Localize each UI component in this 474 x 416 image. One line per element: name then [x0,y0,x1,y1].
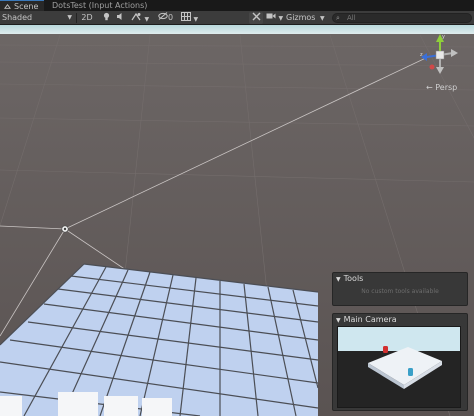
audio-toggle-button[interactable] [114,12,126,24]
scene-viewport[interactable]: z y ← Persp ▼ Tools No custom tools avail… [0,25,474,416]
scene-search-input[interactable]: ⌕ All [332,13,472,23]
chevron-down-icon: ▼ [67,14,72,21]
camera-preview-render [338,327,460,407]
2d-mode-button[interactable]: 2D [79,12,95,24]
speaker-icon [116,13,121,20]
effects-dropdown[interactable]: ▼ [131,12,155,24]
tab-scene[interactable]: Scene [0,0,44,11]
tools-overlay-header[interactable]: ▼ Tools [333,273,467,284]
toolbar-divider [76,13,77,23]
projection-toggle[interactable]: ← Persp [426,83,457,92]
hidden-count: 0 [168,13,174,22]
main-camera-overlay-header[interactable]: ▼ Main Camera [333,314,467,325]
blue-cylinder [408,368,413,376]
collapse-triangle-icon: ▼ [336,276,341,283]
main-camera-overlay-title: Main Camera [343,315,397,324]
effects-icon [131,12,141,21]
tab-dotstest-label: DotsTest (Input Actions) [52,1,148,10]
collapse-triangle-icon: ▼ [336,317,341,324]
scene-toolbar: Shaded ▼ 2D ▼ 0 ▼ ▼ Gizmos ▼ ⌕ All [0,11,474,25]
svg-text:y: y [442,34,445,40]
tools-wrench-icon [252,12,260,21]
chevron-down-icon: ▼ [278,15,284,22]
chevron-down-icon: ▼ [320,15,325,22]
lighting-toggle-button[interactable] [100,12,112,24]
left-arrow-icon: ← [426,83,433,92]
eye-slash-icon [158,12,168,20]
search-placeholder: All [347,14,356,22]
camera-icon [266,13,276,19]
tools-empty-message: No custom tools available [361,288,439,295]
gizmos-label: Gizmos [286,13,316,22]
tab-bar: Scene DotsTest (Input Actions) [0,0,474,11]
svg-text:z: z [420,52,423,58]
shading-mode-dropdown[interactable]: Shaded ▼ [2,12,74,24]
camera-gizmo [61,225,69,233]
chevron-down-icon: ▼ [193,16,199,23]
projection-label: Persp [435,83,458,92]
tools-toggle-button[interactable] [249,12,263,24]
tab-dotstest-input-actions[interactable]: DotsTest (Input Actions) [48,0,151,11]
chevron-down-icon: ▼ [144,16,150,23]
tools-overlay[interactable]: ▼ Tools No custom tools available [332,272,468,306]
scene-icon [4,4,11,9]
hidden-objects-toggle[interactable]: 0 [158,12,178,24]
tab-scene-label: Scene [14,2,39,11]
search-icon: ⌕ [336,14,340,22]
sky [0,25,474,35]
camera-preview [337,326,461,408]
red-cylinder [383,346,388,353]
main-camera-overlay[interactable]: ▼ Main Camera [332,313,468,411]
tools-overlay-title: Tools [343,274,364,283]
2d-mode-label: 2D [81,13,93,22]
lightbulb-icon [103,12,109,21]
gizmos-dropdown[interactable]: Gizmos ▼ [286,12,326,24]
shading-mode-label: Shaded [2,13,33,22]
grid-dropdown[interactable]: ▼ [181,12,203,24]
camera-settings-dropdown[interactable]: ▼ [266,12,284,24]
grid-icon [181,12,191,21]
